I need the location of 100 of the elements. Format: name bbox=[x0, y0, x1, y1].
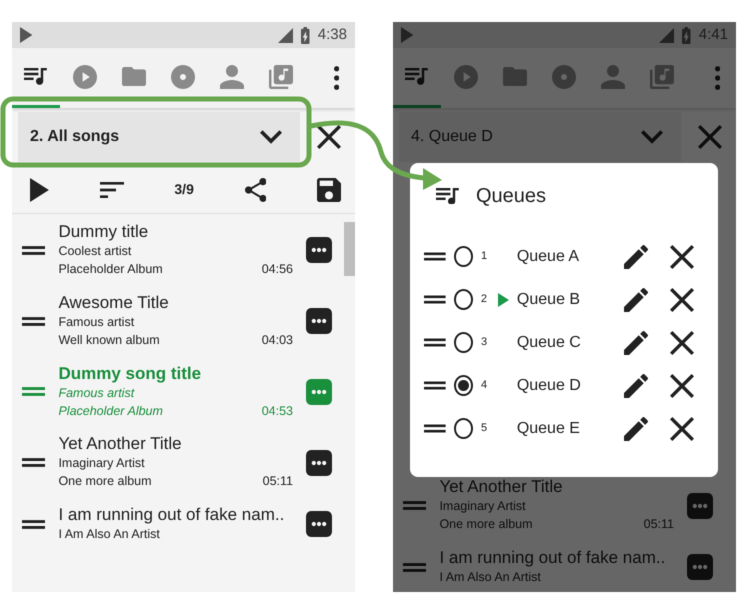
more-icon bbox=[306, 511, 332, 537]
album-name: Placeholder Album bbox=[58, 261, 163, 278]
folder-icon bbox=[122, 66, 146, 86]
music-library-icon bbox=[269, 64, 293, 88]
radio-button[interactable] bbox=[454, 375, 473, 396]
pencil-icon bbox=[624, 416, 648, 440]
song-row[interactable]: Awesome Title Famous artist Well known album 04:03 bbox=[12, 284, 342, 356]
radio-button[interactable] bbox=[454, 246, 473, 267]
folder-icon bbox=[503, 66, 527, 86]
drag-handle-icon bbox=[424, 381, 446, 390]
battery-icon bbox=[682, 26, 691, 44]
album-name: One more album bbox=[439, 516, 533, 534]
drag-handle-icon bbox=[424, 295, 446, 304]
play-button[interactable] bbox=[30, 178, 49, 202]
queue-name: Queue D bbox=[516, 376, 582, 396]
song-title: Yet Another Title bbox=[58, 434, 183, 454]
more-icon bbox=[687, 554, 713, 580]
queue-number: 5 bbox=[480, 421, 488, 436]
drag-handle-icon bbox=[22, 458, 46, 468]
artist-name: Coolest artist bbox=[58, 243, 132, 260]
pencil-icon bbox=[624, 244, 648, 268]
chevron-down-icon bbox=[260, 130, 282, 144]
song-menu-button[interactable] bbox=[306, 237, 332, 264]
song-row[interactable]: Yet Another Title Imaginary Artist One more album 05:11 bbox=[12, 426, 342, 497]
drag-handle-icon bbox=[22, 316, 46, 326]
rename-button[interactable] bbox=[624, 330, 648, 354]
song-row[interactable]: I am running out of fake nam.. I Am Also An Artist bbox=[12, 497, 342, 549]
rename-button[interactable] bbox=[624, 416, 648, 440]
album-name: One more album bbox=[58, 473, 152, 490]
signal-icon bbox=[659, 28, 674, 42]
delete-button[interactable] bbox=[670, 288, 694, 312]
drag-handle-icon bbox=[403, 501, 426, 510]
song-title: Awesome Title bbox=[58, 292, 170, 313]
queue-name: Queue C bbox=[516, 332, 582, 352]
drag-handle-icon bbox=[424, 252, 446, 261]
delete-button[interactable] bbox=[670, 374, 694, 398]
more-vert-icon bbox=[714, 66, 720, 90]
pencil-icon bbox=[624, 330, 648, 354]
person-icon bbox=[601, 64, 625, 88]
delete-button[interactable] bbox=[670, 244, 694, 268]
artist-name: I Am Also An Artist bbox=[439, 569, 542, 586]
rename-button[interactable] bbox=[624, 374, 648, 398]
album-name: Placeholder Album bbox=[58, 402, 163, 420]
signal-icon bbox=[278, 28, 294, 42]
album-name: Well known album bbox=[58, 332, 160, 349]
song-menu-button[interactable] bbox=[306, 450, 332, 476]
delete-button[interactable] bbox=[670, 330, 694, 354]
song-menu-button[interactable] bbox=[306, 511, 332, 537]
rename-button[interactable] bbox=[624, 288, 648, 312]
drag-handle-icon bbox=[22, 520, 46, 528]
close-icon bbox=[670, 416, 694, 440]
share-button[interactable] bbox=[244, 178, 266, 202]
song-title: I am running out of fake nam.. bbox=[58, 505, 286, 525]
overflow-menu-button[interactable] bbox=[334, 66, 339, 90]
more-icon bbox=[306, 308, 332, 334]
song-row[interactable]: Dummy title Coolest artist Placeholder Album 04:56 bbox=[12, 214, 342, 285]
queue-music-icon bbox=[24, 68, 48, 85]
scrollbar[interactable] bbox=[344, 222, 355, 276]
music-library-icon bbox=[650, 64, 674, 88]
play-icon bbox=[30, 178, 49, 202]
drag-handle-icon bbox=[403, 562, 426, 572]
queue-dropdown[interactable]: 2. All songs bbox=[18, 112, 300, 162]
artist-name: I Am Also An Artist bbox=[58, 526, 161, 543]
song-row[interactable]: Dummy song title Famous artist Placeholder Album 04:53 bbox=[12, 356, 342, 426]
song-duration: 04:53 bbox=[262, 402, 293, 420]
drag-handle-icon bbox=[22, 246, 46, 255]
song-menu-button[interactable] bbox=[306, 308, 332, 334]
status-time: 4:38 bbox=[318, 24, 347, 45]
radio-button[interactable] bbox=[454, 289, 473, 310]
artist-name: Famous artist bbox=[58, 384, 136, 402]
close-icon bbox=[670, 330, 694, 354]
app-notification-icon bbox=[401, 27, 414, 43]
rename-button[interactable] bbox=[624, 244, 648, 268]
battery-icon bbox=[301, 26, 310, 44]
sort-button[interactable] bbox=[100, 182, 124, 198]
pencil-icon bbox=[624, 288, 648, 312]
delete-button[interactable] bbox=[670, 416, 694, 440]
close-button[interactable] bbox=[317, 125, 341, 149]
song-title: Dummy title bbox=[58, 222, 150, 242]
radio-button[interactable] bbox=[454, 332, 473, 353]
song-duration: 05:11 bbox=[644, 516, 674, 534]
radio-button[interactable] bbox=[454, 418, 473, 439]
queue-name: Queue E bbox=[516, 418, 581, 438]
more-icon bbox=[306, 237, 332, 264]
close-icon bbox=[670, 244, 694, 268]
artist-name: Famous artist bbox=[58, 314, 136, 331]
song-title: I am running out of fake nam.. bbox=[439, 548, 666, 568]
queue-number: 4 bbox=[480, 378, 488, 394]
close-icon bbox=[317, 125, 341, 149]
queue-number: 3 bbox=[480, 335, 488, 350]
sort-icon bbox=[100, 182, 124, 198]
drag-handle-icon bbox=[22, 387, 46, 396]
queue-number: 1 bbox=[480, 249, 488, 264]
song-duration: 04:03 bbox=[262, 332, 293, 349]
person-icon bbox=[220, 64, 244, 88]
song-title: Dummy song title bbox=[58, 364, 202, 384]
save-button[interactable] bbox=[316, 178, 341, 202]
more-icon bbox=[306, 450, 332, 476]
close-icon bbox=[670, 374, 694, 398]
drag-handle-icon bbox=[424, 338, 446, 347]
